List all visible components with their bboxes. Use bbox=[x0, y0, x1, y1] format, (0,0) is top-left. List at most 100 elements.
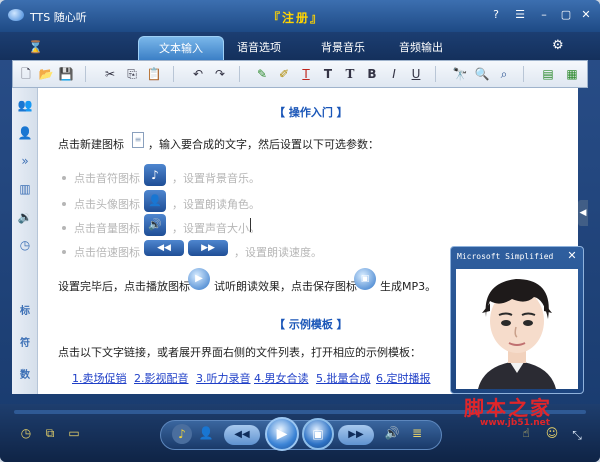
volume-icon[interactable]: 🔉 bbox=[16, 208, 34, 226]
example-link[interactable]: 1.卖场促销 bbox=[72, 370, 127, 386]
replace-icon[interactable]: ⌕ bbox=[495, 65, 513, 83]
sidebar-label-punctuation[interactable]: 标 bbox=[18, 302, 32, 317]
redo-icon[interactable]: ↷ bbox=[211, 65, 229, 83]
save-mp3-button[interactable]: ▣ bbox=[302, 418, 334, 450]
find-icon[interactable]: 🔭 bbox=[451, 65, 469, 83]
font-color-icon[interactable]: T bbox=[297, 65, 315, 83]
avatar-panel[interactable]: Microsoft Simplified ✕ bbox=[450, 246, 584, 394]
equalizer-icon[interactable]: ▥ bbox=[16, 180, 34, 198]
example-link[interactable]: 3.听力录音 bbox=[196, 370, 251, 386]
bullet bbox=[62, 202, 66, 206]
new-file-icon: ≡ bbox=[132, 132, 144, 148]
option-volume-suffix: ，设置声音大小。 bbox=[172, 222, 260, 235]
option-role-prefix: 点击头像图标 bbox=[74, 198, 140, 211]
minimize-button[interactable]: – bbox=[536, 8, 552, 22]
watermark-url: www.jb51.net bbox=[480, 418, 551, 428]
example-link[interactable]: 2.影视配音 bbox=[134, 370, 189, 386]
option-music-prefix: 点击音符图标 bbox=[74, 172, 140, 185]
font-family-icon[interactable]: T bbox=[341, 65, 359, 83]
toolbar-divider bbox=[85, 66, 86, 82]
avatar-image bbox=[456, 269, 578, 389]
intro-line-prefix: 点击新建图标 bbox=[58, 138, 124, 151]
intro-line-suffix: ，输入要合成的文字，然后设置以下可选参数： bbox=[148, 138, 379, 151]
user-icon[interactable]: 👤 bbox=[198, 426, 214, 442]
sidebar-label-number[interactable]: 数 bbox=[18, 366, 32, 381]
new-file-icon[interactable]: 🗋 bbox=[17, 65, 35, 83]
close-button[interactable]: ✕ bbox=[578, 8, 594, 22]
maximize-button[interactable]: ▢ bbox=[558, 8, 574, 22]
user-icon[interactable]: 👤 bbox=[16, 124, 34, 142]
app-window: TTS 随心听 『注册』 ? ☰ – ▢ ✕ ⌛ 文本输入 语音选项 背景音乐 … bbox=[0, 0, 600, 462]
bullet bbox=[62, 250, 66, 254]
tab-audio-output[interactable]: 音频输出 bbox=[378, 36, 464, 60]
search-icon[interactable]: 🔍 bbox=[473, 65, 491, 83]
gear-icon[interactable]: ⚙ bbox=[552, 39, 566, 53]
font-size-icon[interactable]: T bbox=[319, 65, 337, 83]
toolbar-divider bbox=[435, 66, 436, 82]
save-icon: ▣ bbox=[354, 268, 376, 290]
tab-text-input[interactable]: 文本输入 bbox=[138, 36, 224, 60]
option-speed-suffix: ，设置朗读速度。 bbox=[234, 246, 322, 259]
register-link[interactable]: 『注册』 bbox=[268, 9, 324, 26]
fast-forward-button[interactable]: ▶▶ bbox=[338, 425, 374, 445]
example-link[interactable]: 5.批量合成 bbox=[316, 370, 371, 386]
app-logo-icon bbox=[8, 9, 24, 21]
thumbs-up-icon[interactable]: ☝ bbox=[518, 426, 534, 442]
resize-grip-icon[interactable]: ⤡ bbox=[570, 428, 584, 442]
highlight-icon[interactable]: ✎ bbox=[253, 65, 271, 83]
example-link[interactable]: 4.男女合读 bbox=[254, 370, 309, 386]
help-icon[interactable]: ? bbox=[488, 8, 504, 22]
cartoon-face-icon bbox=[478, 279, 556, 389]
toolbar-divider bbox=[173, 66, 174, 82]
tab-strip: ⌛ 文本输入 语音选项 背景音乐 音频输出 ⚙ bbox=[0, 32, 600, 60]
speed-icon[interactable]: » bbox=[16, 152, 34, 170]
editor-toolbar: 🗋 📂 💾 ✂ ⎘ 📋 ↶ ↷ ✎ ✐ T T T B I U 🔭 🔍 ⌕ ▤ … bbox=[12, 60, 588, 88]
copy-icon[interactable]: ⎘ bbox=[123, 65, 141, 83]
intro-heading: 【 操作入门 】 bbox=[274, 106, 348, 119]
undo-icon[interactable]: ↶ bbox=[189, 65, 207, 83]
play-button[interactable]: ▶ bbox=[265, 417, 299, 451]
save-icon[interactable]: 💾 bbox=[57, 65, 75, 83]
expand-file-list-button[interactable]: ◀ bbox=[578, 200, 588, 226]
music-note-icon: ♪ bbox=[144, 164, 166, 186]
paste-icon[interactable]: 📋 bbox=[145, 65, 163, 83]
grid-view-icon[interactable]: ▦ bbox=[563, 65, 581, 83]
skin-icon[interactable]: ☰ bbox=[512, 8, 528, 22]
avatar-voice-name: Microsoft Simplified bbox=[457, 252, 554, 261]
italic-button[interactable]: I bbox=[385, 65, 403, 83]
clock-icon[interactable]: ◷ bbox=[18, 426, 34, 442]
rewind-button[interactable]: ◀◀ bbox=[224, 425, 260, 445]
music-note-icon[interactable]: ♪ bbox=[172, 424, 192, 444]
cut-icon[interactable]: ✂ bbox=[101, 65, 119, 83]
bold-button[interactable]: B bbox=[363, 65, 381, 83]
sidebar-label-symbol[interactable]: 符 bbox=[18, 334, 32, 349]
marker-icon[interactable]: ✐ bbox=[275, 65, 293, 83]
title-bar: TTS 随心听 『注册』 ? ☰ – ▢ ✕ bbox=[0, 0, 600, 32]
roles-icon[interactable]: 👥 bbox=[16, 96, 34, 114]
volume-icon[interactable]: 🔊 bbox=[384, 426, 400, 442]
smiley-icon[interactable]: ☺ bbox=[544, 426, 560, 442]
toolbar-divider bbox=[523, 66, 524, 82]
side-toolbar: 👥 👤 » ▥ 🔉 ◷ 标 符 数 bbox=[12, 88, 38, 394]
watermark: 脚本之家 bbox=[464, 396, 552, 420]
briefcase-icon[interactable]: ▭ bbox=[66, 426, 82, 442]
text-align-icon[interactable]: ≣ bbox=[408, 426, 426, 442]
list-view-icon[interactable]: ▤ bbox=[539, 65, 557, 83]
after-setup-text: 设置完毕后，点击播放图标 bbox=[58, 280, 190, 293]
text-cursor bbox=[250, 218, 251, 232]
speed-up-icon: ▶▶ bbox=[188, 240, 228, 256]
speed-down-icon: ◀◀ bbox=[144, 240, 184, 256]
clock-icon[interactable]: ◷ bbox=[16, 236, 34, 254]
open-folder-icon[interactable]: 📂 bbox=[37, 65, 55, 83]
copy-icon[interactable]: ⧉ bbox=[42, 426, 58, 442]
tab-background-music[interactable]: 背景音乐 bbox=[300, 36, 386, 60]
app-title: TTS 随心听 bbox=[30, 11, 87, 24]
avatar-icon: 👤 bbox=[144, 190, 166, 212]
try-listen-text: 试听朗读效果，点击保存图标 bbox=[214, 280, 357, 293]
bullet bbox=[62, 176, 66, 180]
underline-button[interactable]: U bbox=[407, 65, 425, 83]
option-speed-prefix: 点击倍速图标 bbox=[74, 246, 140, 259]
close-icon[interactable]: ✕ bbox=[565, 249, 579, 263]
tab-voice-options[interactable]: 语音选项 bbox=[216, 36, 302, 60]
example-link[interactable]: 6.定时播报 bbox=[376, 370, 431, 386]
